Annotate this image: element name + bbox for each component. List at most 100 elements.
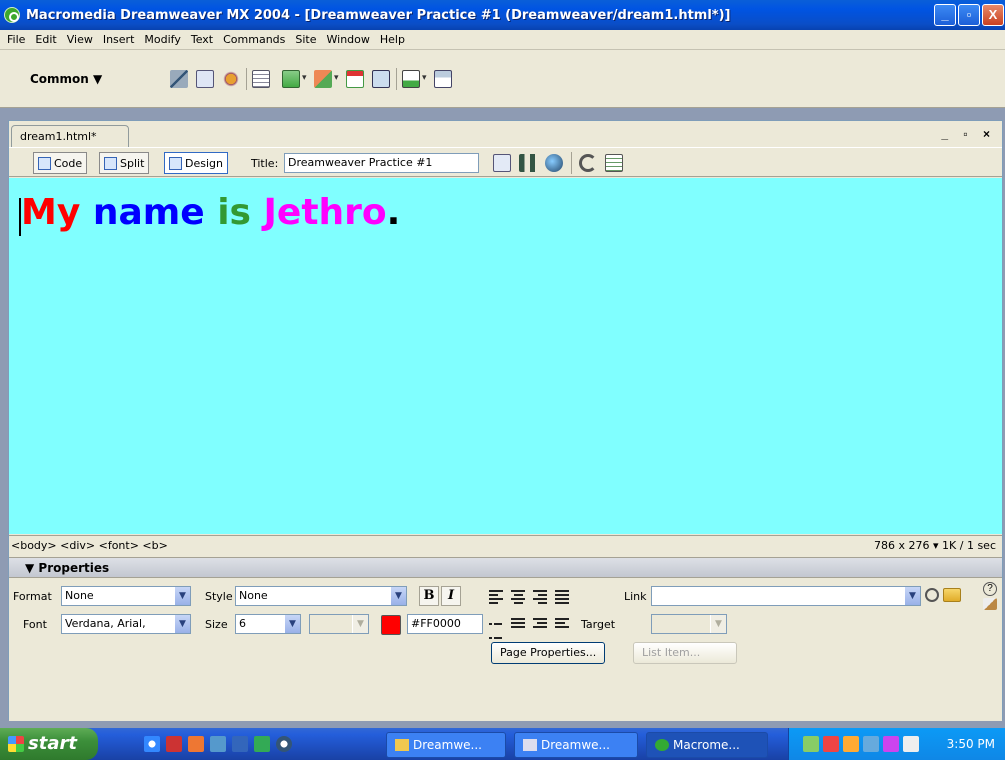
menu-view[interactable]: View xyxy=(62,33,98,46)
system-tray: 3:50 PM xyxy=(788,728,1005,760)
page-properties-button[interactable]: Page Properties... xyxy=(491,642,606,664)
align-right-icon[interactable] xyxy=(533,588,549,604)
point-to-file-icon[interactable] xyxy=(925,588,939,602)
taskbar-item-dreamweaver[interactable]: Macrome... xyxy=(646,732,768,758)
format-select[interactable]: None ▼ xyxy=(61,586,191,606)
media-quicklaunch-icon[interactable] xyxy=(276,736,292,752)
comment-icon[interactable] xyxy=(372,70,390,88)
text-color-input[interactable]: #FF0000 xyxy=(407,614,483,634)
refresh-design-view-icon[interactable] xyxy=(579,154,597,172)
tag-chooser-icon[interactable] xyxy=(434,70,452,88)
heading-word-my: My xyxy=(21,192,81,233)
table-icon[interactable] xyxy=(252,70,270,88)
menu-file[interactable]: File xyxy=(2,33,30,46)
size-select[interactable]: 6 ▼ xyxy=(235,614,301,634)
tray-volume-icon[interactable] xyxy=(903,736,919,752)
templates-icon[interactable] xyxy=(402,70,420,88)
tag-selector[interactable]: <body> <div> <font> <b> xyxy=(11,539,168,552)
preview-in-browser-icon[interactable] xyxy=(545,154,563,172)
text-outdent-icon[interactable] xyxy=(533,616,549,632)
tray-connection-icon[interactable] xyxy=(863,736,879,752)
file-management-icon[interactable] xyxy=(493,154,511,172)
preview-debug-icon[interactable] xyxy=(519,154,537,172)
acrobat-quicklaunch-icon[interactable] xyxy=(166,736,182,752)
unordered-list-icon[interactable] xyxy=(489,616,505,639)
email-link-icon[interactable] xyxy=(196,70,214,88)
word-quicklaunch-icon[interactable] xyxy=(232,736,248,752)
toolbar-separator xyxy=(396,68,397,90)
font-label: Font xyxy=(23,618,47,631)
align-center-icon[interactable] xyxy=(511,588,527,604)
design-canvas[interactable]: My name is Jethro. xyxy=(9,178,1002,534)
folder-icon xyxy=(395,739,409,751)
word-document-icon xyxy=(523,739,537,751)
page-heading[interactable]: My name is Jethro. xyxy=(21,192,400,233)
tray-network-icon[interactable] xyxy=(803,736,819,752)
menu-window[interactable]: Window xyxy=(322,33,375,46)
link-input[interactable]: ▼ xyxy=(651,586,921,606)
window-size-info[interactable]: 786 x 276 ▾ 1K / 1 sec xyxy=(874,539,996,552)
font-select[interactable]: Verdana, Arial, ▼ xyxy=(61,614,191,634)
text-indent-icon[interactable] xyxy=(555,616,571,632)
code-view-label: Code xyxy=(54,156,83,170)
menu-commands[interactable]: Commands xyxy=(218,33,290,46)
menu-modify[interactable]: Modify xyxy=(139,33,185,46)
menu-edit[interactable]: Edit xyxy=(30,33,61,46)
menu-help[interactable]: Help xyxy=(375,33,410,46)
design-view-label: Design xyxy=(185,156,223,170)
tray-security-icon[interactable] xyxy=(823,736,839,752)
outlook-quicklaunch-icon[interactable] xyxy=(188,736,204,752)
quick-tag-editor-icon[interactable] xyxy=(983,598,997,610)
menu-insert[interactable]: Insert xyxy=(98,33,140,46)
ie-quicklaunch-icon[interactable] xyxy=(144,736,160,752)
code-view-button[interactable]: Code xyxy=(33,152,88,174)
publisher-quicklaunch-icon[interactable] xyxy=(210,736,226,752)
title-label: Title: xyxy=(251,157,279,170)
tray-update-icon[interactable] xyxy=(843,736,859,752)
browse-folder-icon[interactable] xyxy=(943,588,961,602)
list-item-button[interactable]: List Item... xyxy=(633,642,737,664)
format-value: None xyxy=(65,589,94,602)
image-menu-arrow-icon[interactable]: ▾ xyxy=(302,72,307,83)
page-title-input[interactable]: Dreamweaver Practice #1 xyxy=(284,153,479,173)
properties-panel-header[interactable]: ▼ Properties xyxy=(9,558,1002,578)
align-left-icon[interactable] xyxy=(489,588,505,604)
align-justify-icon[interactable] xyxy=(555,588,571,604)
ordered-list-icon[interactable] xyxy=(511,616,527,632)
minimize-button[interactable]: _ xyxy=(934,4,956,26)
start-button[interactable]: start xyxy=(0,728,98,760)
taskbar: start Dreamwe... Dreamwe... Macrome... 3… xyxy=(0,728,1005,760)
date-icon[interactable] xyxy=(346,70,364,88)
style-select[interactable]: None ▼ xyxy=(235,586,407,606)
target-select[interactable]: ▼ xyxy=(651,614,727,634)
media-menu-arrow-icon[interactable]: ▾ xyxy=(334,72,339,83)
taskbar-item-folder[interactable]: Dreamwe... xyxy=(386,732,506,758)
templates-menu-arrow-icon[interactable]: ▾ xyxy=(422,72,427,83)
document-tab[interactable]: dream1.html* xyxy=(11,125,129,147)
named-anchor-icon[interactable] xyxy=(222,70,240,88)
design-view-button[interactable]: Design xyxy=(164,152,228,174)
document-window-controls[interactable]: _ ▫ × xyxy=(941,127,996,141)
document-toolbar: Code Split Design Title: Dreamweaver Pra… xyxy=(9,147,1002,177)
image-icon[interactable] xyxy=(282,70,300,88)
excel-quicklaunch-icon[interactable] xyxy=(254,736,270,752)
media-icon[interactable] xyxy=(314,70,332,88)
taskbar-item-word[interactable]: Dreamwe... xyxy=(514,732,638,758)
close-button[interactable]: X xyxy=(982,4,1004,26)
text-color-swatch[interactable] xyxy=(381,615,401,635)
maximize-button[interactable]: ▫ xyxy=(958,4,980,26)
tray-antivirus-icon[interactable] xyxy=(883,736,899,752)
size-units-select[interactable]: ▼ xyxy=(309,614,369,634)
toolbar-separator xyxy=(246,68,247,90)
insert-category-select[interactable]: Common ▼ xyxy=(30,72,102,86)
view-options-icon[interactable] xyxy=(605,154,623,172)
taskbar-item-label: Dreamwe... xyxy=(413,738,482,752)
hyperlink-icon[interactable] xyxy=(170,70,188,88)
bold-button[interactable]: B xyxy=(419,586,439,606)
split-view-button[interactable]: Split xyxy=(99,152,150,174)
clock: 3:50 PM xyxy=(946,737,995,751)
italic-button[interactable]: I xyxy=(441,586,461,606)
help-icon[interactable]: ? xyxy=(983,582,997,596)
menu-text[interactable]: Text xyxy=(186,33,218,46)
menu-site[interactable]: Site xyxy=(290,33,321,46)
